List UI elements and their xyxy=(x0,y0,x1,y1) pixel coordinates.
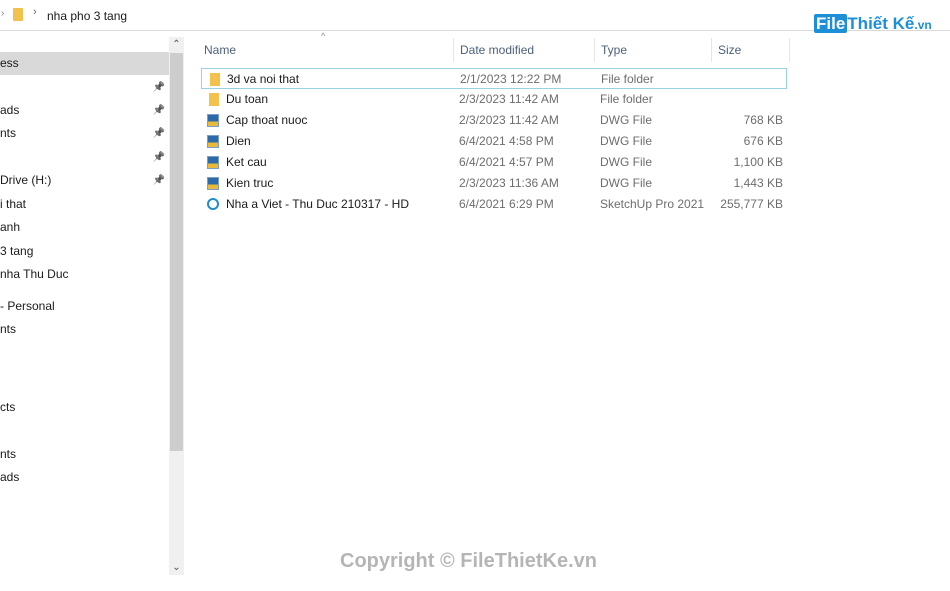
file-name: Ket cau xyxy=(226,155,267,169)
file-name: Kien truc xyxy=(226,176,274,190)
column-header-size[interactable]: Size xyxy=(712,38,790,62)
dwg-file-icon xyxy=(207,177,219,190)
sidebar-item[interactable]: nts xyxy=(0,443,169,466)
sidebar-item[interactable] xyxy=(0,342,169,365)
file-type: DWG File xyxy=(600,176,652,190)
pin-icon: 📌 xyxy=(152,152,165,163)
file-row[interactable]: Ket cau 6/4/2021 4:57 PM DWG File 1,100 KB xyxy=(201,152,787,173)
sidebar-item[interactable] xyxy=(0,419,169,442)
sidebar-item-label: Drive (H:) xyxy=(0,173,52,187)
file-row[interactable]: Du toan 2/3/2023 11:42 AM File folder xyxy=(201,89,787,110)
sidebar-item-label: ads xyxy=(0,103,20,117)
file-size: 255,777 KB xyxy=(720,197,783,211)
sidebar-item[interactable]: nts 📌 xyxy=(0,122,169,145)
back-arrow-icon[interactable]: › xyxy=(1,8,4,19)
chevron-down-icon[interactable]: ⌄ xyxy=(169,562,184,573)
file-type: DWG File xyxy=(600,155,652,169)
file-row[interactable]: 3d va noi that 2/1/2023 12:22 PM File fold… xyxy=(201,68,787,89)
sidebar-item[interactable]: ads 📌 xyxy=(0,99,169,122)
chevron-up-icon[interactable]: ⌃ xyxy=(169,39,184,50)
sidebar-item[interactable]: - Personal xyxy=(0,295,169,318)
file-row[interactable]: Dien 6/4/2021 4:58 PM DWG File 676 KB xyxy=(201,131,787,152)
sidebar-item-label: nts xyxy=(0,447,17,461)
file-size: 676 KB xyxy=(743,134,783,148)
sidebar-item[interactable]: anh xyxy=(0,216,169,239)
pin-icon: 📌 xyxy=(152,82,165,93)
column-header-name[interactable]: Name xyxy=(198,38,454,62)
sidebar-scrollbar[interactable]: ⌃ ⌄ xyxy=(169,37,184,575)
file-date-modified: 6/4/2021 4:58 PM xyxy=(459,134,554,148)
file-date-modified: 2/3/2023 11:36 AM xyxy=(459,176,559,190)
sidebar-item[interactable] xyxy=(0,366,169,389)
sidebar-item-label: anh xyxy=(0,220,21,234)
file-type: DWG File xyxy=(600,113,652,127)
file-row[interactable]: Cap thoat nuoc 2/3/2023 11:42 AM DWG File 7… xyxy=(201,110,787,131)
file-date-modified: 2/1/2023 12:22 PM xyxy=(460,72,562,86)
file-type: File folder xyxy=(600,92,653,106)
pin-icon: 📌 xyxy=(152,175,165,186)
file-name: Du toan xyxy=(226,92,269,106)
chevron-right-icon[interactable]: › xyxy=(33,6,37,18)
dwg-file-icon xyxy=(207,135,219,148)
file-date-modified: 2/3/2023 11:42 AM xyxy=(459,113,559,127)
column-header-type[interactable]: Type xyxy=(595,38,712,62)
file-name: 3d va noi that xyxy=(227,72,300,86)
sidebar-item[interactable]: ads xyxy=(0,466,169,489)
file-date-modified: 2/3/2023 11:42 AM xyxy=(459,92,559,106)
sidebar-item[interactable]: 📌 xyxy=(0,146,169,169)
dwg-file-icon xyxy=(207,114,219,127)
sidebar-item[interactable]: cts xyxy=(0,396,169,419)
sidebar-item[interactable]: Drive (H:) 📌 xyxy=(0,169,169,192)
watermark-logo: File Thiết Kế.vn xyxy=(814,14,932,33)
folder-icon xyxy=(210,73,220,86)
file-name: Nha a Viet - Thu Duc 210317 - HD xyxy=(226,197,409,211)
file-row[interactable]: Kien truc 2/3/2023 11:36 AM DWG File 1,443 … xyxy=(201,173,787,194)
sidebar-item[interactable]: ess xyxy=(0,52,169,75)
file-size: 1,100 KB xyxy=(733,155,783,169)
file-date-modified: 6/4/2021 6:29 PM xyxy=(459,197,554,211)
sidebar-item[interactable]: nha Thu Duc xyxy=(0,263,169,286)
pin-icon: 📌 xyxy=(152,128,165,139)
file-type: SketchUp Pro 2021 xyxy=(600,197,705,211)
sidebar-item-label: nts xyxy=(0,126,17,140)
sidebar-item[interactable]: 3 tang xyxy=(0,240,169,263)
sidebar-item-label: i that xyxy=(0,197,27,211)
file-row[interactable]: Nha a Viet - Thu Duc 210317 - HD 6/4/2021… xyxy=(201,194,787,215)
dwg-file-icon xyxy=(207,156,219,169)
file-name: Cap thoat nuoc xyxy=(226,113,308,127)
sidebar-item-label: - Personal xyxy=(0,299,55,313)
navigation-pane: ess 📌 ads 📌 nts 📌 📌 Drive (H:) 📌 i that anh 3 tang n… xyxy=(0,38,169,578)
sidebar-item-label: ads xyxy=(0,470,20,484)
sidebar-item[interactable]: 📌 xyxy=(0,76,169,99)
folder-icon xyxy=(13,8,23,21)
sidebar-item-label: cts xyxy=(0,400,16,414)
sidebar-item-label: nts xyxy=(0,322,17,336)
breadcrumb-current-folder[interactable]: nha pho 3 tang xyxy=(47,9,127,23)
column-header-date-modified[interactable]: Date modified xyxy=(454,38,595,62)
sidebar-item[interactable]: nts xyxy=(0,318,169,341)
folder-icon xyxy=(209,93,219,106)
address-bar[interactable]: › › nha pho 3 tang xyxy=(0,0,950,31)
pin-icon: 📌 xyxy=(152,105,165,116)
file-size: 768 KB xyxy=(743,113,783,127)
sidebar-item[interactable]: i that xyxy=(0,193,169,216)
file-type: File folder xyxy=(601,72,654,86)
sidebar-item-label: nha Thu Duc xyxy=(0,267,69,281)
file-date-modified: 6/4/2021 4:57 PM xyxy=(459,155,554,169)
copyright-watermark: Copyright © FileThietKe.vn xyxy=(340,550,597,572)
sidebar-item-label: ess xyxy=(0,56,19,70)
file-type: DWG File xyxy=(600,134,652,148)
file-size: 1,443 KB xyxy=(733,176,783,190)
sketchup-file-icon xyxy=(207,198,219,210)
file-name: Dien xyxy=(226,134,251,148)
scrollbar-thumb[interactable] xyxy=(170,53,183,451)
sidebar-item-label: 3 tang xyxy=(0,244,34,258)
